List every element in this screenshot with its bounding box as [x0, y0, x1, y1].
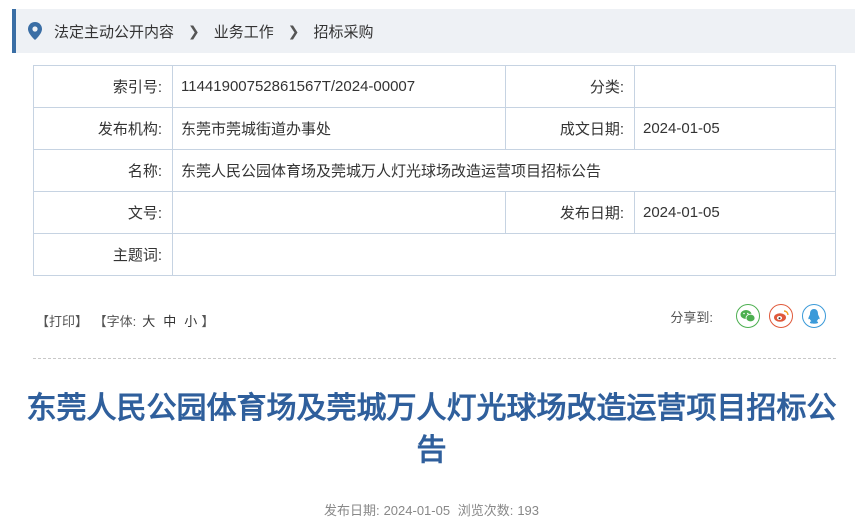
- created-date-label: 成文日期:: [505, 107, 635, 150]
- article-title: 东莞人民公园体育场及莞城万人灯光球场改造运营项目招标公告: [26, 392, 837, 467]
- font-large-button[interactable]: 大: [142, 314, 155, 329]
- font-small-button[interactable]: 小: [184, 314, 197, 329]
- subject-value: [172, 233, 836, 276]
- table-row: 文号: 发布日期: 2024-01-05: [33, 191, 836, 234]
- chevron-right-icon: ❯: [287, 22, 300, 39]
- table-row: 名称: 东莞人民公园体育场及莞城万人灯光球场改造运营项目招标公告: [33, 149, 836, 192]
- weibo-icon[interactable]: [769, 304, 793, 328]
- page-tools: 【打印】 【字体: 大中小】: [36, 311, 216, 330]
- created-date-value: 2024-01-05: [634, 107, 836, 150]
- name-value: 东莞人民公园体育场及莞城万人灯光球场改造运营项目招标公告: [172, 149, 836, 192]
- divider: [33, 358, 836, 359]
- font-size-prefix: 【字体:: [93, 314, 137, 329]
- category-label: 分类:: [505, 65, 635, 108]
- breadcrumb-item-procurement[interactable]: 招标采购: [314, 21, 374, 42]
- qq-icon[interactable]: [802, 304, 826, 328]
- publish-date: 2024-01-05: [383, 503, 451, 518]
- views-count: 193: [517, 503, 540, 518]
- name-label: 名称:: [33, 149, 173, 192]
- index-value: 11441900752861567T/2024-00007: [172, 65, 506, 108]
- font-size-suffix: 】: [201, 314, 215, 329]
- breadcrumb: 法定主动公开内容 ❯ 业务工作 ❯ 招标采购: [12, 9, 855, 53]
- chevron-right-icon: ❯: [188, 22, 200, 39]
- breadcrumb-item-public-content[interactable]: 法定主动公开内容: [54, 21, 174, 42]
- font-medium-button[interactable]: 中: [163, 314, 176, 329]
- publish-date-value: 2024-01-05: [634, 191, 836, 234]
- document-number-value: [172, 191, 506, 234]
- views-label: 浏览次数:: [457, 503, 514, 518]
- table-row: 索引号: 11441900752861567T/2024-00007 分类:: [33, 65, 836, 108]
- document-number-label: 文号:: [33, 191, 173, 234]
- location-pin-icon: [28, 22, 42, 40]
- table-row: 主题词:: [33, 233, 836, 276]
- publish-date-label: 发布日期:: [323, 503, 380, 518]
- publish-date-label: 发布日期:: [505, 191, 635, 234]
- print-button[interactable]: 【打印】: [36, 314, 88, 329]
- index-label: 索引号:: [33, 65, 173, 108]
- publish-info: 发布日期: 2024-01-05 浏览次数: 193: [0, 500, 863, 519]
- wechat-icon[interactable]: [736, 304, 760, 328]
- share-label: 分享到:: [670, 309, 713, 325]
- metadata-table: 索引号: 11441900752861567T/2024-00007 分类: 发…: [33, 65, 836, 276]
- breadcrumb-item-business-work[interactable]: 业务工作: [214, 21, 274, 42]
- publisher-value: 东莞市莞城街道办事处: [172, 107, 506, 150]
- share-bar: 分享到:: [670, 304, 826, 328]
- table-row: 发布机构: 东莞市莞城街道办事处 成文日期: 2024-01-05: [33, 107, 836, 150]
- subject-label: 主题词:: [33, 233, 173, 276]
- category-value: [634, 65, 836, 108]
- publisher-label: 发布机构:: [33, 107, 173, 150]
